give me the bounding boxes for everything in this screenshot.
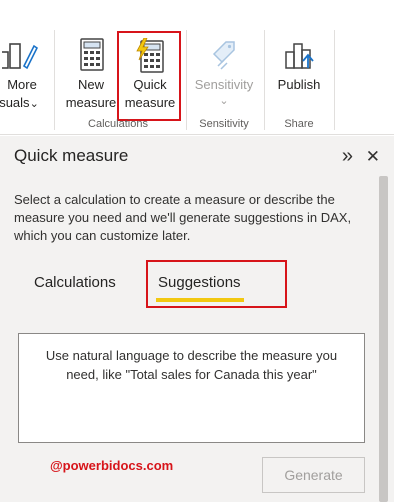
sensitivity-label: Sensitivity [194, 77, 254, 92]
publish-icon [284, 38, 316, 74]
ribbon-separator [54, 30, 55, 130]
more-visuals-label-2: suals [0, 95, 30, 110]
scrollbar[interactable] [379, 176, 388, 502]
pane-title: Quick measure [14, 146, 129, 165]
suggestions-tab-highlight [146, 260, 287, 308]
ribbon-separator [334, 30, 335, 130]
pane-description: Select a calculation to create a measure… [14, 192, 352, 243]
more-visuals-button[interactable]: More suals⌄ [0, 32, 40, 116]
new-measure-label-2: measure [65, 95, 117, 110]
generate-button[interactable]: Generate [262, 457, 365, 493]
ribbon-separator [186, 30, 187, 130]
expand-icon[interactable]: » [342, 145, 353, 168]
calculator-icon [78, 38, 106, 72]
quick-measure-highlight [117, 31, 181, 121]
ribbon-separator [264, 30, 265, 130]
watermark: @powerbidocs.com [50, 458, 174, 473]
group-label-calculations: Calculations [88, 118, 148, 130]
group-label-share: Share [284, 118, 314, 130]
group-label-sensitivity: Sensitivity [199, 118, 249, 130]
new-measure-label-1: New [77, 77, 104, 92]
close-icon[interactable]: ✕ [366, 147, 380, 167]
visuals-icon [0, 38, 39, 74]
publish-label: Publish [277, 77, 321, 92]
tab-calculations[interactable]: Calculations [34, 274, 116, 291]
measure-description-input[interactable]: Use natural language to describe the mea… [18, 333, 365, 443]
publish-button[interactable]: Publish [270, 32, 328, 116]
new-measure-button[interactable]: New measure [62, 32, 120, 116]
chevron-down-icon: ⌄ [219, 95, 229, 107]
sensitivity-label-icon [210, 38, 240, 74]
quick-measure-pane: Quick measure » ✕ Select a calculation t… [0, 136, 394, 502]
sensitivity-button[interactable]: Sensitivity ⌄ [190, 32, 258, 116]
more-visuals-label-1: More [7, 77, 37, 92]
ribbon: More suals⌄ New measure Quick measure Ca… [0, 0, 394, 135]
chevron-down-icon: ⌄ [29, 98, 39, 110]
